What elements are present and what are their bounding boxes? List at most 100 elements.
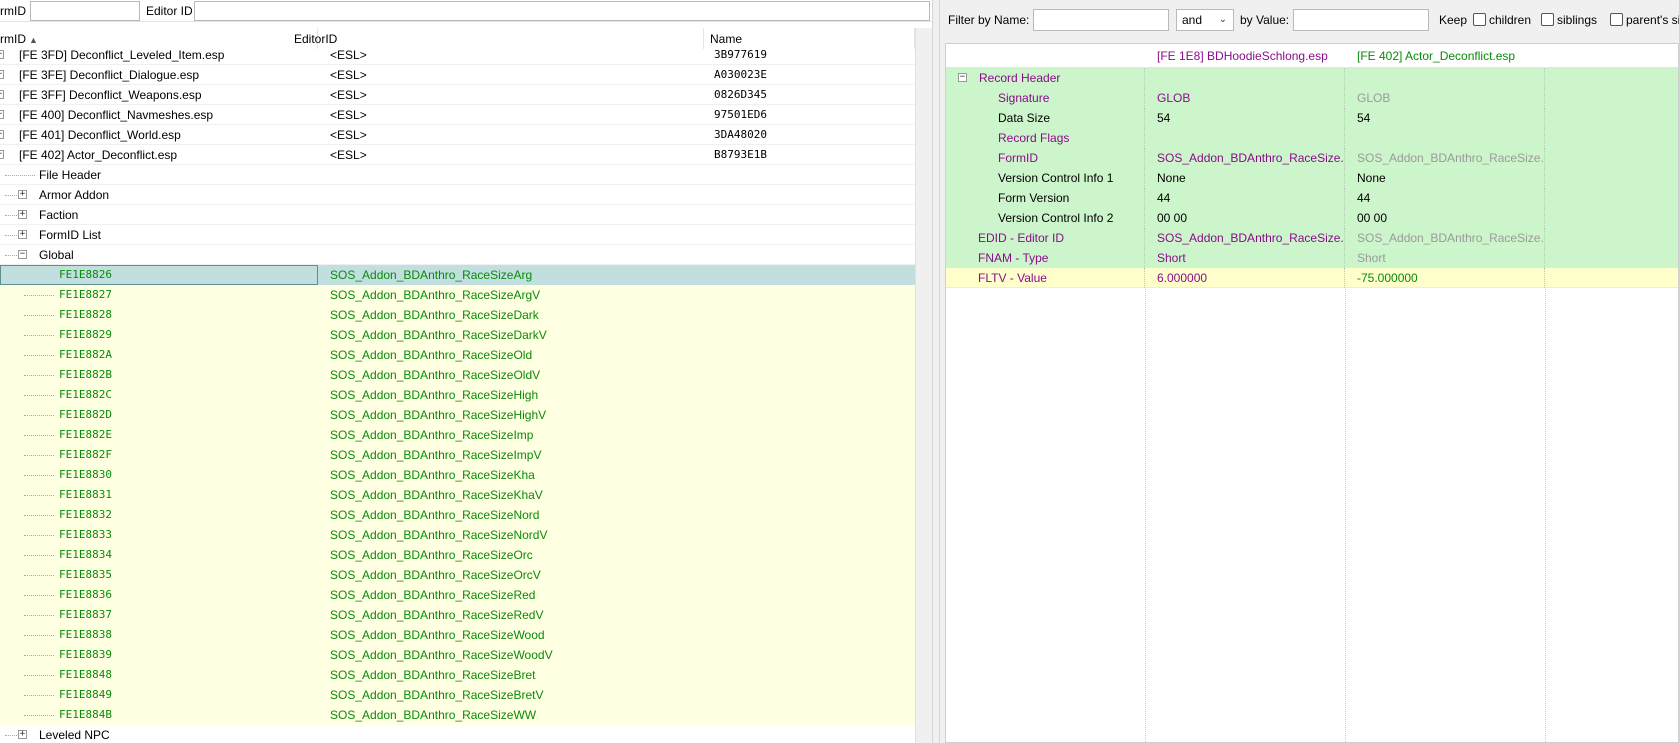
table-row[interactable]: FE1E882A SOS_Addon_BDAnthro_RaceSizeOld bbox=[0, 345, 915, 365]
column-header-formid[interactable]: rmID ▲ bbox=[0, 28, 318, 50]
tree-row-plugin[interactable]: + [FE 400] Deconflict_Navmeshes.esp <ESL… bbox=[0, 105, 915, 125]
tree-row-plugin[interactable]: + [FE 401] Deconflict_World.esp <ESL> 3D… bbox=[0, 125, 915, 145]
record-formid: FE1E8827 bbox=[59, 288, 112, 301]
tree-row-group[interactable]: + Armor Addon bbox=[0, 185, 915, 205]
field-value-1 bbox=[1145, 128, 1345, 148]
expand-icon[interactable]: + bbox=[0, 50, 4, 59]
tree-row-plugin-expanded[interactable]: − [FE 402] Actor_Deconflict.esp <ESL> B8… bbox=[0, 145, 915, 165]
keep-children-checkbox[interactable] bbox=[1473, 13, 1486, 26]
record-editorid: SOS_Addon_BDAnthro_RaceSizeKhaV bbox=[330, 488, 543, 502]
grid-row[interactable]: EDID - Editor ID SOS_Addon_BDAnthro_Race… bbox=[946, 228, 1678, 248]
table-row[interactable]: FE1E882F SOS_Addon_BDAnthro_RaceSizeImpV bbox=[0, 445, 915, 465]
table-row[interactable]: FE1E882E SOS_Addon_BDAnthro_RaceSizeImp bbox=[0, 425, 915, 445]
grid-row-conflict[interactable]: FLTV - Value 6.000000 -75.000000 bbox=[946, 268, 1678, 288]
record-formid: FE1E882C bbox=[59, 388, 112, 401]
table-row[interactable]: FE1E8831 SOS_Addon_BDAnthro_RaceSizeKhaV bbox=[0, 485, 915, 505]
grid-row[interactable]: FNAM - Type Short Short bbox=[946, 248, 1678, 268]
table-row[interactable]: FE1E8833 SOS_Addon_BDAnthro_RaceSizeNord… bbox=[0, 525, 915, 545]
table-row[interactable]: FE1E882D SOS_Addon_BDAnthro_RaceSizeHigh… bbox=[0, 405, 915, 425]
selection-outline bbox=[0, 265, 318, 285]
table-row-selected[interactable]: FE1E8826 SOS_Addon_BDAnthro_RaceSizeArg bbox=[0, 265, 915, 285]
field-value-1: 00 00 bbox=[1145, 208, 1345, 228]
plugin-esl-flag: <ESL> bbox=[330, 68, 367, 82]
formid-filter-input[interactable] bbox=[30, 1, 140, 21]
tree-row-group-expanded[interactable]: − Global bbox=[0, 245, 915, 265]
record-editorid: SOS_Addon_BDAnthro_RaceSizeRedV bbox=[330, 608, 544, 622]
plugin-label: [FE 3FD] Deconflict_Leveled_Item.esp bbox=[19, 49, 225, 62]
expand-icon[interactable]: + bbox=[0, 90, 4, 99]
table-row[interactable]: FE1E8839 SOS_Addon_BDAnthro_RaceSizeWood… bbox=[0, 645, 915, 665]
grid-header-plugin-2[interactable]: [FE 402] Actor_Deconflict.esp bbox=[1351, 44, 1545, 68]
grid-row[interactable]: FormID SOS_Addon_BDAnthro_RaceSize... SO… bbox=[946, 148, 1678, 168]
record-editorid: SOS_Addon_BDAnthro_RaceSizeImp bbox=[330, 428, 534, 442]
record-editorid: SOS_Addon_BDAnthro_RaceSizeOld bbox=[330, 348, 533, 362]
keep-parents-siblings-label: parent's sib bbox=[1626, 13, 1679, 27]
pane-splitter[interactable] bbox=[932, 0, 940, 743]
expand-icon[interactable]: + bbox=[18, 210, 27, 219]
grid-row[interactable]: Version Control Info 1 None None bbox=[946, 168, 1678, 188]
tree-row-plugin[interactable]: + [FE 3FD] Deconflict_Leveled_Item.esp <… bbox=[0, 49, 915, 65]
grid-row[interactable]: Record Flags bbox=[946, 128, 1678, 148]
table-row[interactable]: FE1E8832 SOS_Addon_BDAnthro_RaceSizeNord bbox=[0, 505, 915, 525]
expand-icon[interactable]: + bbox=[0, 110, 4, 119]
grid-row[interactable]: Signature GLOB GLOB bbox=[946, 88, 1678, 108]
table-row[interactable]: FE1E8837 SOS_Addon_BDAnthro_RaceSizeRedV bbox=[0, 605, 915, 625]
record-formid: FE1E8830 bbox=[59, 468, 112, 481]
table-row[interactable]: FE1E8848 SOS_Addon_BDAnthro_RaceSizeBret bbox=[0, 665, 915, 685]
grid-row-label-cell: − Record Header bbox=[946, 68, 1145, 88]
record-formid: FE1E8829 bbox=[59, 328, 112, 341]
grid-row[interactable]: Version Control Info 2 00 00 00 00 bbox=[946, 208, 1678, 228]
table-row[interactable]: FE1E8834 SOS_Addon_BDAnthro_RaceSizeOrc bbox=[0, 545, 915, 565]
expand-icon[interactable]: + bbox=[18, 190, 27, 199]
tree-row-group[interactable]: + Leveled NPC bbox=[0, 725, 915, 743]
field-label: Version Control Info 2 bbox=[998, 211, 1114, 225]
table-row[interactable]: FE1E8849 SOS_Addon_BDAnthro_RaceSizeBret… bbox=[0, 685, 915, 705]
field-value-2: 44 bbox=[1345, 188, 1545, 208]
table-row[interactable]: FE1E882B SOS_Addon_BDAnthro_RaceSizeOldV bbox=[0, 365, 915, 385]
table-row[interactable]: FE1E8835 SOS_Addon_BDAnthro_RaceSizeOrcV bbox=[0, 565, 915, 585]
table-row[interactable]: FE1E8829 SOS_Addon_BDAnthro_RaceSizeDark… bbox=[0, 325, 915, 345]
tree-vertical-scrollbar[interactable] bbox=[915, 28, 932, 743]
filter-by-name-input[interactable] bbox=[1033, 9, 1169, 31]
collapse-icon[interactable]: − bbox=[0, 150, 4, 159]
record-editorid: SOS_Addon_BDAnthro_RaceSizeDarkV bbox=[330, 328, 547, 342]
expand-icon[interactable]: + bbox=[18, 230, 27, 239]
grid-row-record-header[interactable]: − Record Header bbox=[946, 68, 1678, 88]
table-row[interactable]: FE1E8828 SOS_Addon_BDAnthro_RaceSizeDark bbox=[0, 305, 915, 325]
grid-row[interactable]: Form Version 44 44 bbox=[946, 188, 1678, 208]
plugin-crc: 0826D345 bbox=[714, 88, 767, 101]
collapse-icon[interactable]: − bbox=[18, 250, 27, 259]
keep-siblings-checkbox[interactable] bbox=[1541, 13, 1554, 26]
grid-row[interactable]: Data Size 54 54 bbox=[946, 108, 1678, 128]
expand-icon[interactable]: + bbox=[0, 130, 4, 139]
column-header-name[interactable]: Name bbox=[705, 28, 915, 50]
table-row[interactable]: FE1E882C SOS_Addon_BDAnthro_RaceSizeHigh bbox=[0, 385, 915, 405]
column-header-editorid[interactable]: EditorID bbox=[290, 28, 704, 50]
field-value-2 bbox=[1345, 68, 1545, 88]
filter-logic-select[interactable]: and ⌄ bbox=[1176, 9, 1234, 31]
table-row[interactable]: FE1E8836 SOS_Addon_BDAnthro_RaceSizeRed bbox=[0, 585, 915, 605]
table-row[interactable]: FE1E8827 SOS_Addon_BDAnthro_RaceSizeArgV bbox=[0, 285, 915, 305]
record-editorid: SOS_Addon_BDAnthro_RaceSizeOldV bbox=[330, 368, 541, 382]
collapse-icon[interactable]: − bbox=[958, 73, 967, 82]
column-formid-label: rmID bbox=[0, 32, 26, 46]
editorid-filter-input[interactable] bbox=[194, 1, 930, 21]
tree-row-plugin[interactable]: + [FE 3FF] Deconflict_Weapons.esp <ESL> … bbox=[0, 85, 915, 105]
table-row[interactable]: FE1E884B SOS_Addon_BDAnthro_RaceSizeWW bbox=[0, 705, 915, 725]
table-row[interactable]: FE1E8830 SOS_Addon_BDAnthro_RaceSizeKha bbox=[0, 465, 915, 485]
tree-row-plugin[interactable]: + [FE 3FE] Deconflict_Dialogue.esp <ESL>… bbox=[0, 65, 915, 85]
keep-parents-siblings-checkbox[interactable] bbox=[1610, 13, 1623, 26]
tree-column-header: rmID ▲ EditorID Name bbox=[0, 28, 915, 50]
tree-row-group[interactable]: + FormID List bbox=[0, 225, 915, 245]
record-formid: FE1E882F bbox=[59, 448, 112, 461]
filter-by-value-input[interactable] bbox=[1293, 9, 1429, 31]
record-editorid: SOS_Addon_BDAnthro_RaceSizeArg bbox=[330, 268, 533, 282]
tree-row-group[interactable]: + Faction bbox=[0, 205, 915, 225]
expand-icon[interactable]: + bbox=[18, 730, 27, 739]
table-row[interactable]: FE1E8838 SOS_Addon_BDAnthro_RaceSizeWood bbox=[0, 625, 915, 645]
grid-header-plugin-1[interactable]: [FE 1E8] BDHoodieSchlong.esp bbox=[1151, 44, 1345, 68]
field-value-2: 00 00 bbox=[1345, 208, 1545, 228]
record-formid: FE1E882D bbox=[59, 408, 112, 421]
expand-icon[interactable]: + bbox=[0, 70, 4, 79]
tree-row-group[interactable]: File Header bbox=[0, 165, 915, 185]
